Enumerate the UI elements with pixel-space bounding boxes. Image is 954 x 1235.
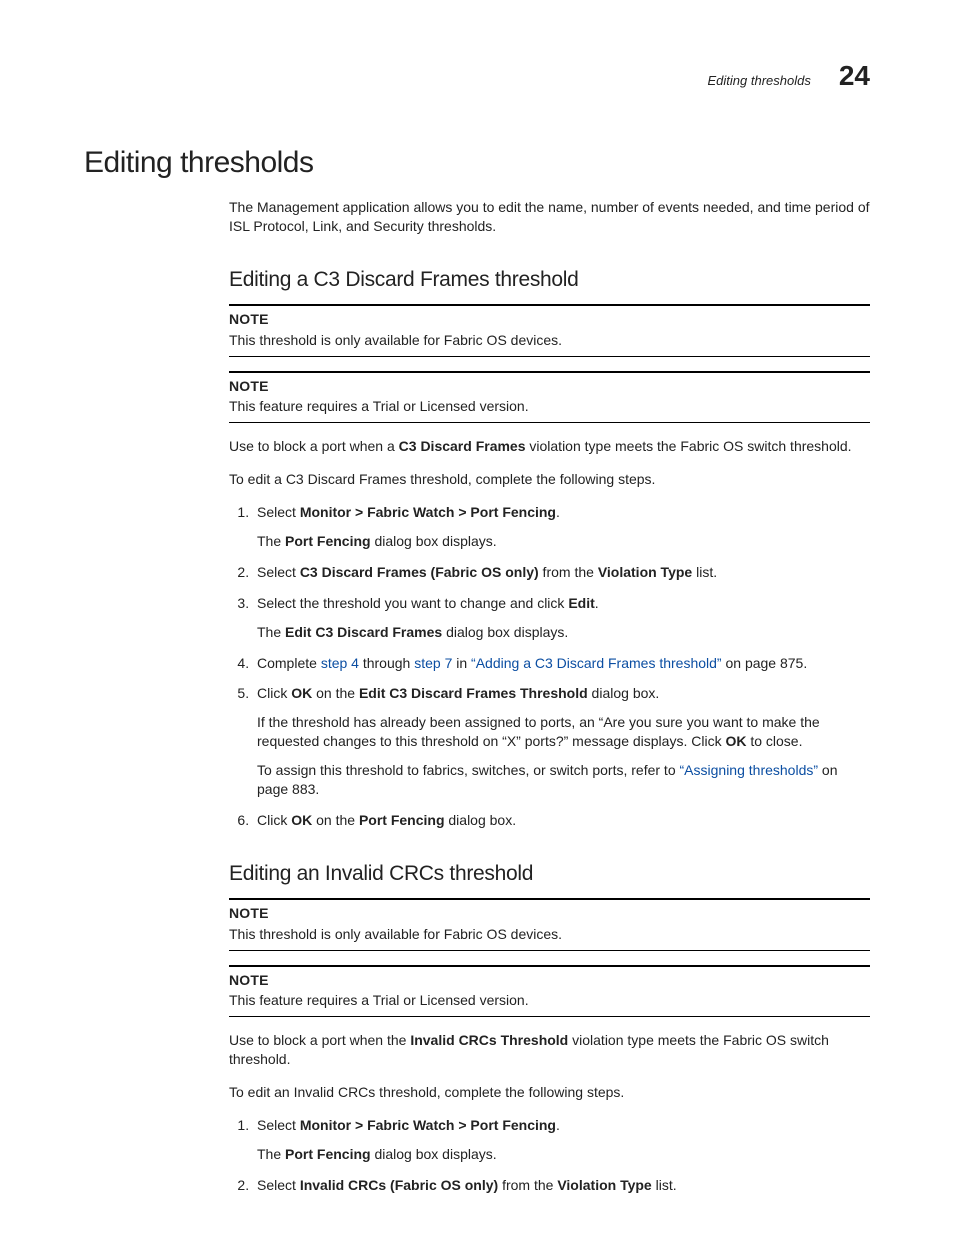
text: to close. <box>746 733 802 749</box>
body-content: The Management application allows you to… <box>229 198 870 1195</box>
step-item: Select Monitor > Fabric Watch > Port Fen… <box>253 503 870 551</box>
text: . <box>595 595 599 611</box>
bold-text: OK <box>291 685 312 701</box>
text: list. <box>652 1177 677 1193</box>
step-sub: To assign this threshold to fabrics, swi… <box>257 761 870 799</box>
paragraph: Use to block a port when a C3 Discard Fr… <box>229 437 870 456</box>
bold-text: C3 Discard Frames <box>399 438 526 454</box>
text: list. <box>692 564 717 580</box>
step-item: Select the threshold you want to change … <box>253 594 870 642</box>
note-text: This threshold is only available for Fab… <box>229 925 870 944</box>
note-text: This threshold is only available for Fab… <box>229 331 870 350</box>
text: . <box>556 504 560 520</box>
chapter-number: 24 <box>839 60 870 92</box>
bold-text: Violation Type <box>557 1177 651 1193</box>
text: Select the threshold you want to change … <box>257 595 568 611</box>
step-item: Select Monitor > Fabric Watch > Port Fen… <box>253 1116 870 1164</box>
bold-text: Monitor > Fabric Watch > Port Fencing <box>300 504 556 520</box>
xref-link-adding[interactable]: “Adding a C3 Discard Frames threshold” <box>471 655 722 671</box>
paragraph: Use to block a port when the Invalid CRC… <box>229 1031 870 1069</box>
text: Complete <box>257 655 321 671</box>
bold-text: Monitor > Fabric Watch > Port Fencing <box>300 1117 556 1133</box>
bold-text: OK <box>725 733 746 749</box>
paragraph: To edit a C3 Discard Frames threshold, c… <box>229 470 870 489</box>
bold-text: Invalid CRCs Threshold <box>410 1032 568 1048</box>
step-item: Click OK on the Port Fencing dialog box. <box>253 811 870 830</box>
text: violation type meets the Fabric OS switc… <box>526 438 852 454</box>
bold-text: Edit C3 Discard Frames Threshold <box>359 685 588 701</box>
text: Click <box>257 812 291 828</box>
text: in <box>452 655 471 671</box>
xref-link-assigning[interactable]: “Assigning thresholds” <box>680 762 819 778</box>
text: Select <box>257 1177 300 1193</box>
text: . <box>556 1117 560 1133</box>
note-text: This feature requires a Trial or License… <box>229 397 870 416</box>
step-item: Select Invalid CRCs (Fabric OS only) fro… <box>253 1176 870 1195</box>
text: To assign this threshold to fabrics, swi… <box>257 762 680 778</box>
bold-text: Port Fencing <box>285 1146 371 1162</box>
text: on the <box>312 685 359 701</box>
running-header: Editing thresholds 24 <box>84 60 870 92</box>
bold-text: Edit <box>568 595 594 611</box>
text: The <box>257 533 285 549</box>
text: The <box>257 624 285 640</box>
note-text: This feature requires a Trial or License… <box>229 991 870 1010</box>
step-item: Complete step 4 through step 7 in “Addin… <box>253 654 870 673</box>
page: Editing thresholds 24 Editing thresholds… <box>0 0 954 1235</box>
text: dialog box displays. <box>371 533 497 549</box>
section-heading-c3: Editing a C3 Discard Frames threshold <box>229 268 870 292</box>
section-heading-crcs: Editing an Invalid CRCs threshold <box>229 862 870 886</box>
text: Click <box>257 685 291 701</box>
text: on the <box>312 812 359 828</box>
bold-text: OK <box>291 812 312 828</box>
intro-paragraph: The Management application allows you to… <box>229 198 870 236</box>
text: The <box>257 1146 285 1162</box>
note-block: NOTE This feature requires a Trial or Li… <box>229 371 870 424</box>
text: dialog box. <box>445 812 517 828</box>
step-item: Click OK on the Edit C3 Discard Frames T… <box>253 684 870 798</box>
bold-text: Violation Type <box>598 564 692 580</box>
xref-link-step7[interactable]: step 7 <box>414 655 452 671</box>
text: on page 875. <box>722 655 808 671</box>
running-header-title: Editing thresholds <box>708 73 811 88</box>
text: dialog box displays. <box>442 624 568 640</box>
bold-text: Edit C3 Discard Frames <box>285 624 442 640</box>
bold-text: Invalid CRCs (Fabric OS only) <box>300 1177 498 1193</box>
note-label: NOTE <box>229 904 870 923</box>
xref-link-step4[interactable]: step 4 <box>321 655 359 671</box>
text: Use to block a port when a <box>229 438 399 454</box>
step-sub: If the threshold has already been assign… <box>257 713 870 751</box>
text: Use to block a port when the <box>229 1032 410 1048</box>
note-label: NOTE <box>229 310 870 329</box>
page-title: Editing thresholds <box>84 146 870 180</box>
steps-list: Select Monitor > Fabric Watch > Port Fen… <box>229 503 870 830</box>
note-block: NOTE This threshold is only available fo… <box>229 898 870 951</box>
step-sub: The Port Fencing dialog box displays. <box>257 1145 870 1164</box>
text: dialog box. <box>588 685 660 701</box>
note-label: NOTE <box>229 971 870 990</box>
text: Select <box>257 504 300 520</box>
text: through <box>359 655 414 671</box>
text: Select <box>257 564 300 580</box>
paragraph: To edit an Invalid CRCs threshold, compl… <box>229 1083 870 1102</box>
step-sub: The Edit C3 Discard Frames dialog box di… <box>257 623 870 642</box>
text: from the <box>498 1177 557 1193</box>
note-block: NOTE This threshold is only available fo… <box>229 304 870 357</box>
step-item: Select C3 Discard Frames (Fabric OS only… <box>253 563 870 582</box>
bold-text: Port Fencing <box>285 533 371 549</box>
bold-text: C3 Discard Frames (Fabric OS only) <box>300 564 539 580</box>
bold-text: Port Fencing <box>359 812 445 828</box>
note-label: NOTE <box>229 377 870 396</box>
steps-list: Select Monitor > Fabric Watch > Port Fen… <box>229 1116 870 1195</box>
text: dialog box displays. <box>371 1146 497 1162</box>
note-block: NOTE This feature requires a Trial or Li… <box>229 965 870 1018</box>
text: from the <box>539 564 598 580</box>
text: Select <box>257 1117 300 1133</box>
step-sub: The Port Fencing dialog box displays. <box>257 532 870 551</box>
